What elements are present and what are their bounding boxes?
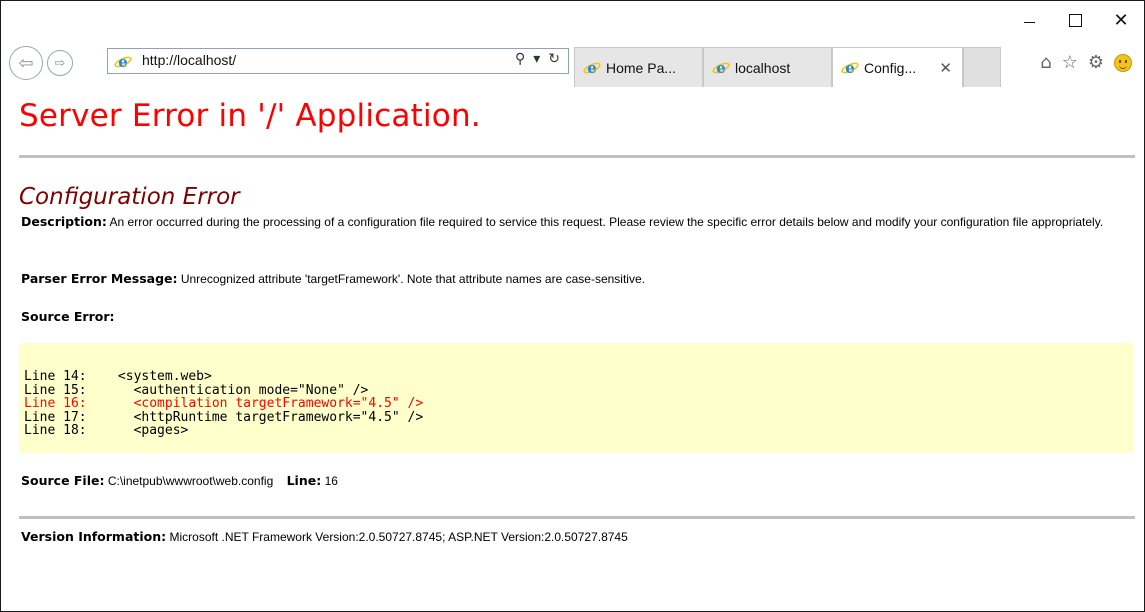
close-window-button[interactable]: ✕ <box>1098 1 1144 39</box>
back-button[interactable]: ⇦ <box>9 46 43 80</box>
settings-gear-icon[interactable]: ⚙ <box>1088 52 1104 73</box>
description-text: An error occurred during the processing … <box>109 215 1104 229</box>
source-file-paragraph: Source File: C:\inetpub\wwwroot\web.conf… <box>21 473 338 489</box>
maximize-icon <box>1068 13 1082 27</box>
ie-logo-icon: e <box>712 59 730 77</box>
page-content: Server Error in '/' Application. Configu… <box>1 88 1144 611</box>
source-code: Line 14: <system.web> Line 15: <authentic… <box>24 370 423 438</box>
toolbar-icons: ⌂ ☆ ⚙ <box>1040 52 1132 73</box>
parser-error-paragraph: Parser Error Message: Unrecognized attri… <box>21 271 645 287</box>
page-title: Server Error in '/' Application. <box>19 98 481 134</box>
new-tab-button[interactable] <box>963 47 1001 87</box>
tab-label: localhost <box>735 59 791 76</box>
description-paragraph: Description: An error occurred during th… <box>21 214 1129 230</box>
source-error-label: Source Error: <box>21 309 115 324</box>
line-value: 16 <box>324 474 338 488</box>
address-bar[interactable]: e http://localhost/ ⚲ ▾ ↻ <box>107 48 569 74</box>
description-label: Description: <box>21 214 107 229</box>
tab-localhost[interactable]: e localhost <box>703 47 832 87</box>
version-label: Version Information: <box>21 529 167 544</box>
address-tools: ⚲ ▾ ↻ <box>515 51 560 67</box>
search-icon[interactable]: ⚲ <box>515 51 525 67</box>
svg-text:e: e <box>716 59 726 77</box>
divider <box>19 155 1135 158</box>
minimize-button[interactable] <box>1006 1 1052 39</box>
maximize-button[interactable] <box>1052 1 1098 39</box>
code-line-17: Line 17: <httpRuntime targetFramework="4… <box>24 409 424 425</box>
parser-error-text: Unrecognized attribute 'targetFramework'… <box>180 272 645 286</box>
favorites-star-icon[interactable]: ☆ <box>1062 52 1078 73</box>
error-title: Configuration Error <box>19 184 240 210</box>
tab-config-active[interactable]: e Config... ✕ <box>832 47 963 87</box>
source-error-heading: Source Error: <box>21 309 115 325</box>
back-arrow-icon: ⇦ <box>18 52 34 74</box>
ie-logo-icon: e <box>841 59 859 77</box>
feedback-smiley-icon[interactable] <box>1114 53 1132 72</box>
ie-logo-icon: e <box>114 53 132 71</box>
source-file-value: C:\inetpub\wwwroot\web.config <box>107 474 274 488</box>
tab-home-page[interactable]: e Home Pa... <box>574 47 703 87</box>
svg-text:e: e <box>587 59 597 77</box>
version-info-paragraph: Version Information: Microsoft .NET Fram… <box>21 529 628 545</box>
browser-toolbar: ⇦ ⇨ e http://localhost/ ⚲ ▾ ↻ e Home Pa.… <box>1 39 1144 88</box>
code-line-14: Line 14: <system.web> <box>24 369 212 384</box>
code-line-15: Line 15: <authentication mode="None" /> <box>24 382 369 398</box>
forward-button[interactable]: ⇨ <box>47 50 73 76</box>
close-icon: ✕ <box>1113 9 1129 31</box>
divider <box>19 516 1135 519</box>
tab-strip: e Home Pa... e localhost e Config... ✕ <box>574 47 1001 87</box>
tab-label: Home Pa... <box>606 59 677 76</box>
parser-error-label: Parser Error Message: <box>21 271 178 286</box>
tab-close-icon[interactable]: ✕ <box>939 59 952 77</box>
ie-logo-icon: e <box>583 59 601 77</box>
version-text: Microsoft .NET Framework Version:2.0.507… <box>169 530 628 544</box>
minimize-icon <box>1023 21 1035 23</box>
browser-window: ✕ ⇦ ⇨ e http://localhost/ ⚲ ▾ ↻ e Home P… <box>0 0 1145 612</box>
code-line-16-highlighted: Line 16: <compilation targetFramework="4… <box>24 396 424 411</box>
svg-text:e: e <box>845 59 855 77</box>
code-line-18: Line 18: <pages> <box>24 423 189 438</box>
line-label: Line: <box>286 473 322 488</box>
forward-arrow-icon: ⇨ <box>54 55 66 71</box>
address-url: http://localhost/ <box>142 52 237 68</box>
svg-text:e: e <box>118 53 128 71</box>
dropdown-icon[interactable]: ▾ <box>533 51 540 67</box>
home-icon[interactable]: ⌂ <box>1040 52 1051 73</box>
source-file-label: Source File: <box>21 473 105 488</box>
tab-label: Config... <box>864 59 917 76</box>
source-code-box: Line 14: <system.web> Line 15: <authentic… <box>19 343 1133 453</box>
refresh-icon[interactable]: ↻ <box>548 51 560 67</box>
window-controls: ✕ <box>1006 1 1144 39</box>
